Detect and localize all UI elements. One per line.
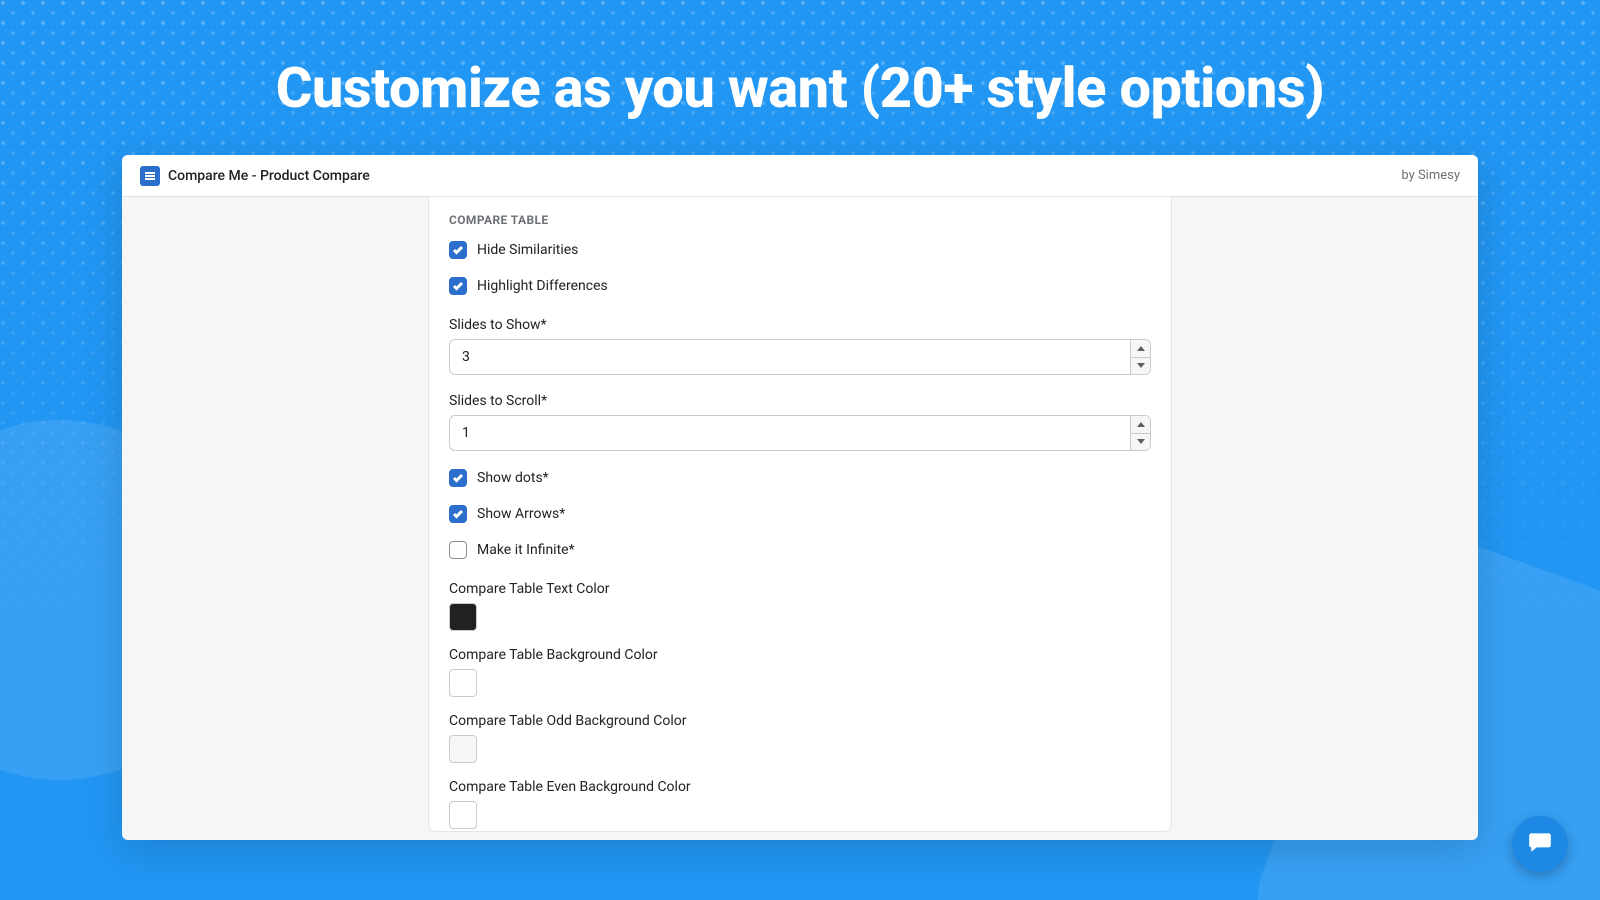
text-color-group: Compare Table Text Color <box>449 581 1151 631</box>
even-bg-color-swatch[interactable] <box>449 801 477 829</box>
app-topbar: Compare Me - Product Compare by Simesy <box>122 155 1478 197</box>
stepper-down-button[interactable] <box>1131 358 1150 375</box>
section-title: COMPARE TABLE <box>449 213 1151 227</box>
stepper-up-button[interactable] <box>1131 340 1150 358</box>
checkbox-hide-similarities[interactable]: Hide Similarities <box>449 241 1151 259</box>
even-bg-color-label: Compare Table Even Background Color <box>449 779 1151 795</box>
slides-to-scroll-stepper <box>1130 416 1150 450</box>
chat-icon <box>1527 829 1553 859</box>
slides-to-show-value: 3 <box>450 340 1130 374</box>
app-title: Compare Me - Product Compare <box>168 168 370 184</box>
checkbox-label: Show dots* <box>477 470 549 486</box>
checkbox-label: Show Arrows* <box>477 506 565 522</box>
checkbox-make-infinite[interactable]: Make it Infinite* <box>449 541 1151 559</box>
text-color-swatch[interactable] <box>449 603 477 631</box>
app-byline: by Simesy <box>1401 168 1460 183</box>
slides-to-show-field[interactable]: 3 <box>449 339 1151 375</box>
stepper-down-button[interactable] <box>1131 434 1150 451</box>
settings-panel: COMPARE TABLE Hide Similarities Highligh… <box>428 197 1172 832</box>
slides-to-scroll-field[interactable]: 1 <box>449 415 1151 451</box>
checkbox-icon <box>449 469 467 487</box>
chat-fab[interactable] <box>1512 816 1568 872</box>
slides-to-show-stepper <box>1130 340 1150 374</box>
bg-color-group: Compare Table Background Color <box>449 647 1151 697</box>
text-color-label: Compare Table Text Color <box>449 581 1151 597</box>
topbar-left: Compare Me - Product Compare <box>140 166 370 186</box>
checkbox-show-dots[interactable]: Show dots* <box>449 469 1151 487</box>
odd-bg-color-group: Compare Table Odd Background Color <box>449 713 1151 763</box>
slides-to-scroll-label: Slides to Scroll* <box>449 393 1151 409</box>
checkbox-icon <box>449 505 467 523</box>
checkbox-icon <box>449 277 467 295</box>
page-headline: Customize as you want (20+ style options… <box>0 0 1600 121</box>
odd-bg-color-swatch[interactable] <box>449 735 477 763</box>
app-logo-icon <box>140 166 160 186</box>
stepper-up-button[interactable] <box>1131 416 1150 434</box>
even-bg-color-group: Compare Table Even Background Color <box>449 779 1151 829</box>
checkbox-label: Make it Infinite* <box>477 542 575 558</box>
bg-color-swatch[interactable] <box>449 669 477 697</box>
checkbox-icon <box>449 241 467 259</box>
slides-to-show-label: Slides to Show* <box>449 317 1151 333</box>
checkbox-label: Hide Similarities <box>477 242 578 258</box>
checkbox-icon <box>449 541 467 559</box>
panel-wrap: COMPARE TABLE Hide Similarities Highligh… <box>122 197 1478 840</box>
bg-color-label: Compare Table Background Color <box>449 647 1151 663</box>
checkbox-label: Highlight Differences <box>477 278 608 294</box>
checkbox-show-arrows[interactable]: Show Arrows* <box>449 505 1151 523</box>
odd-bg-color-label: Compare Table Odd Background Color <box>449 713 1151 729</box>
checkbox-highlight-differences[interactable]: Highlight Differences <box>449 277 1151 295</box>
app-window: Compare Me - Product Compare by Simesy C… <box>122 155 1478 840</box>
slides-to-scroll-value: 1 <box>450 416 1130 450</box>
